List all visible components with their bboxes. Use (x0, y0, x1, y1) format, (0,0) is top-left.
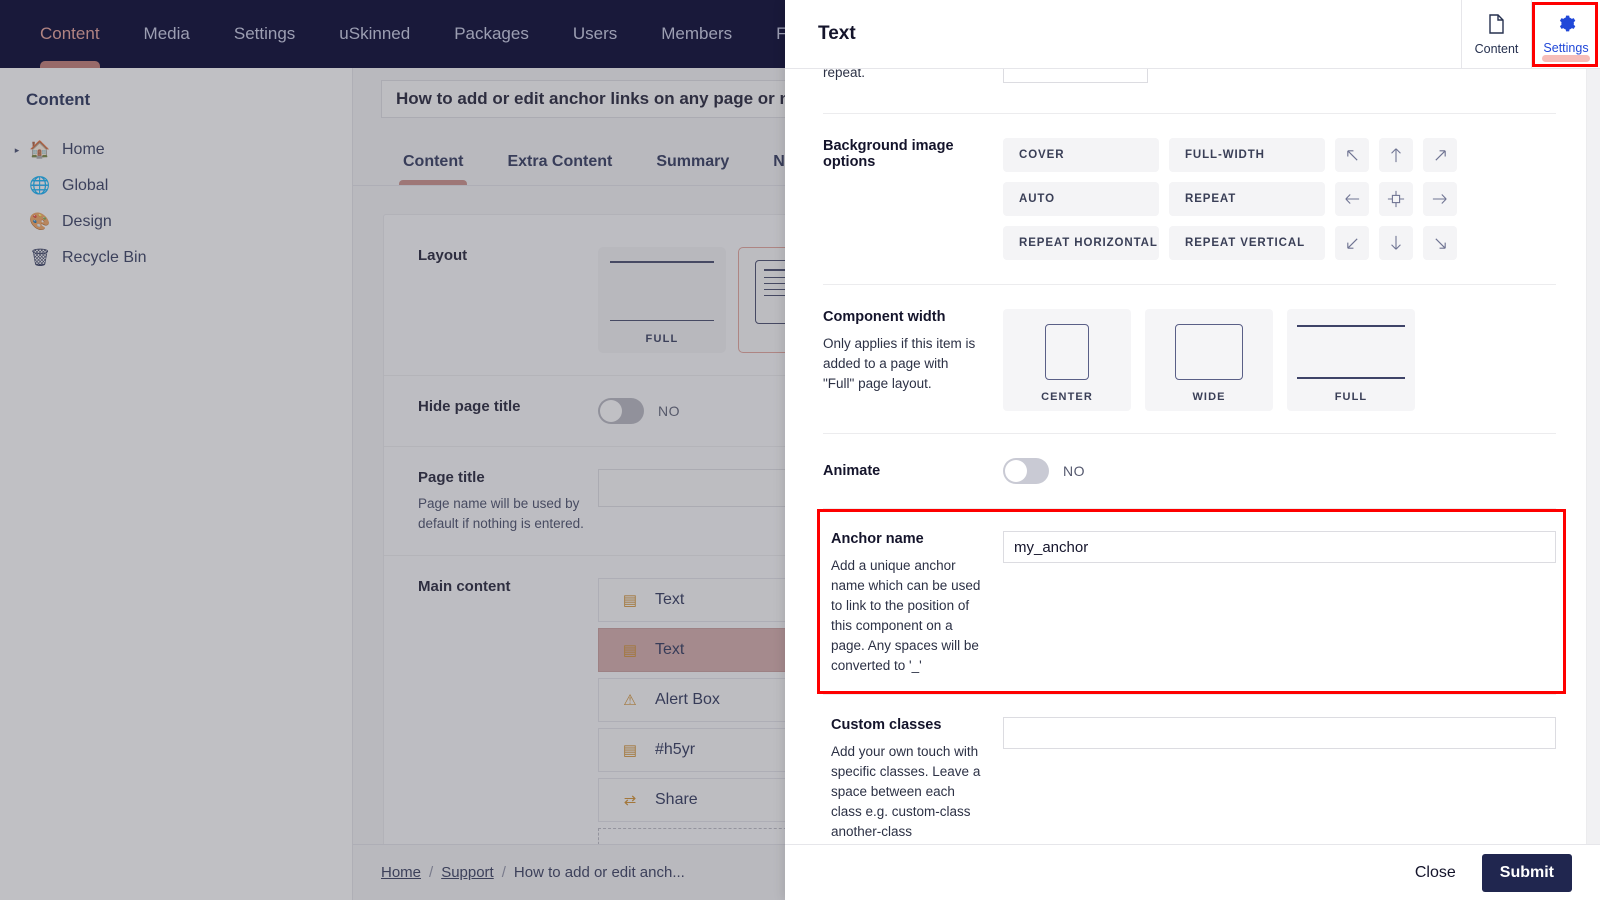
field-clipped-previous: repeat. (785, 69, 1586, 101)
component-width-option-full[interactable]: FULL (1287, 309, 1415, 411)
field-label: Component width Only applies if this ite… (823, 309, 1003, 411)
bg-option-auto[interactable]: AUTO (1003, 182, 1159, 216)
panel-header: Text Content Settings (785, 0, 1600, 69)
bg-option-repeat[interactable]: REPEAT (1169, 182, 1325, 216)
target-center-icon[interactable] (1379, 182, 1413, 216)
field-component-width: Component width Only applies if this ite… (785, 285, 1586, 433)
custom-classes-input[interactable] (1003, 717, 1556, 749)
bg-option-repeat-horizontal[interactable]: REPEAT HORIZONTAL (1003, 226, 1159, 260)
background-position-col-3 (1423, 138, 1457, 260)
clipped-description: repeat. (823, 69, 866, 80)
field-control: CENTER WIDE FULL (1003, 309, 1586, 411)
panel-scroll-area: repeat. Background image options COVER A… (785, 69, 1586, 844)
anchor-name-input[interactable] (1003, 531, 1556, 563)
document-icon (1488, 13, 1505, 38)
component-width-caption: FULL (1334, 391, 1368, 403)
custom-classes-description: Add your own touch with specific classes… (831, 744, 981, 839)
tab-label: Content (1474, 41, 1519, 56)
tab-label: Settings (1543, 41, 1589, 55)
arrow-up-icon[interactable] (1379, 138, 1413, 172)
field-custom-classes: Custom classes Add your own touch with s… (785, 695, 1586, 844)
field-control (1003, 531, 1586, 674)
panel-body: repeat. Background image options COVER A… (785, 69, 1600, 844)
modal-dim-overlay[interactable] (0, 68, 785, 900)
component-width-description: Only applies if this item is added to a … (823, 336, 976, 391)
component-width-caption: CENTER (1041, 391, 1093, 403)
component-width-label: Component width (823, 309, 946, 325)
panel-scrollbar[interactable] (1586, 69, 1600, 844)
background-repeat-options: FULL-WIDTH REPEAT REPEAT VERTICAL (1169, 138, 1325, 260)
arrow-down-icon[interactable] (1379, 226, 1413, 260)
arrow-up-left-icon[interactable] (1335, 138, 1369, 172)
animate-value: NO (1063, 463, 1085, 479)
field-label: Anchor name Add a unique anchor name whi… (823, 531, 1003, 674)
field-anchor-name-wrapper: Anchor name Add a unique anchor name whi… (785, 509, 1586, 694)
bg-option-full-width[interactable]: FULL-WIDTH (1169, 138, 1325, 172)
arrow-down-left-icon[interactable] (1335, 226, 1369, 260)
custom-classes-label: Custom classes (831, 717, 942, 733)
settings-infinite-editor-panel: Text Content Settings repeat. Background… (785, 0, 1600, 900)
field-background-image-options: Background image options COVER AUTO REPE… (785, 114, 1586, 284)
background-position-col-1 (1335, 138, 1369, 260)
anchor-name-label: Anchor name (831, 531, 924, 547)
submit-button[interactable]: Submit (1481, 853, 1572, 892)
clipped-input[interactable] (1003, 69, 1148, 83)
field-label: Custom classes Add your own touch with s… (823, 717, 1003, 842)
background-position-col-2 (1379, 138, 1413, 260)
arrow-left-icon[interactable] (1335, 182, 1369, 216)
field-animate: Animate NO (785, 434, 1586, 508)
component-width-caption: WIDE (1192, 391, 1226, 403)
arrow-down-right-icon[interactable] (1423, 226, 1457, 260)
field-control (1003, 69, 1586, 101)
anchor-name-description: Add a unique anchor name which can be us… (831, 558, 981, 673)
arrow-right-icon[interactable] (1423, 182, 1457, 216)
gear-icon (1557, 14, 1576, 37)
close-button[interactable]: Close (1411, 858, 1460, 888)
arrow-up-right-icon[interactable] (1423, 138, 1457, 172)
field-label: Background image options (823, 138, 1003, 260)
background-size-options: COVER AUTO REPEAT HORIZONTAL (1003, 138, 1159, 260)
modal-dim-overlay-top[interactable] (0, 0, 785, 68)
field-control (1003, 717, 1586, 842)
tab-settings[interactable]: Settings (1531, 0, 1600, 69)
bg-option-repeat-vertical[interactable]: REPEAT VERTICAL (1169, 226, 1325, 260)
panel-footer: Close Submit (785, 844, 1600, 900)
panel-title: Text (818, 23, 856, 44)
component-width-option-wide[interactable]: WIDE (1145, 309, 1273, 411)
panel-tabs: Content Settings (1461, 0, 1600, 69)
bg-option-cover[interactable]: COVER (1003, 138, 1159, 172)
animate-label: Animate (823, 463, 881, 479)
field-control: NO (1003, 458, 1586, 484)
field-control: COVER AUTO REPEAT HORIZONTAL FULL-WIDTH … (1003, 138, 1586, 260)
component-width-option-center[interactable]: CENTER (1003, 309, 1131, 411)
tab-content[interactable]: Content (1462, 0, 1531, 69)
field-label: repeat. (823, 69, 1003, 101)
animate-toggle[interactable] (1003, 458, 1049, 484)
background-image-options-label: Background image options (823, 138, 954, 170)
field-label: Animate (823, 463, 1003, 479)
field-anchor-name: Anchor name Add a unique anchor name whi… (785, 509, 1586, 694)
